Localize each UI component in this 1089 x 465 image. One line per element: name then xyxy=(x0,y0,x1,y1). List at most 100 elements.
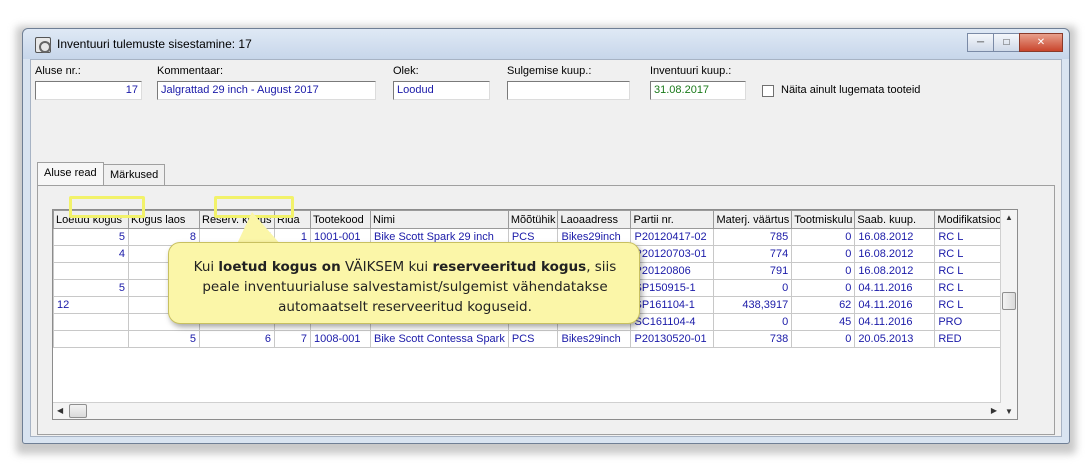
table-row[interactable]: 5 6 7 1008-001 Bike Scott Contessa Spark PCS B… xyxy=(53,330,1016,348)
vertical-scroll-thumb[interactable] xyxy=(1002,292,1016,310)
empty-cell xyxy=(558,365,631,382)
aluse-nr-label: Aluse nr.: xyxy=(35,65,81,77)
column-header[interactable]: Tootmiskulu xyxy=(791,210,856,229)
close-button[interactable]: ✕ xyxy=(1019,33,1063,52)
table-cell[interactable]: P20120703-01 xyxy=(630,245,715,263)
table-cell[interactable]: 0 xyxy=(713,279,793,297)
empty-cell xyxy=(631,365,714,382)
table-cell[interactable] xyxy=(53,313,129,331)
empty-row xyxy=(54,348,1015,365)
inventuuri-kuup-field[interactable]: 31.08.2017 xyxy=(650,81,746,100)
table-cell[interactable]: 0 xyxy=(791,228,856,246)
empty-cell xyxy=(792,348,855,365)
scroll-left-icon[interactable]: ◀ xyxy=(57,406,63,415)
table-cell[interactable]: 12 xyxy=(53,296,129,314)
table-cell[interactable]: 6 xyxy=(199,330,275,348)
tab-aluse-read[interactable]: Aluse read xyxy=(37,162,104,186)
minimize-button[interactable]: ─ xyxy=(967,33,994,52)
callout-pointer xyxy=(236,212,282,246)
empty-row xyxy=(54,365,1015,382)
table-cell[interactable]: Bike Scott Contessa Spark xyxy=(370,330,509,348)
table-cell[interactable]: 04.11.2016 xyxy=(854,313,936,331)
table-cell[interactable]: 5 xyxy=(53,228,129,246)
table-cell[interactable]: SP150915-1 xyxy=(630,279,715,297)
table-cell[interactable]: 0 xyxy=(791,245,856,263)
sulgemise-kuup-field[interactable] xyxy=(507,81,630,100)
table-cell[interactable]: Bikes29inch xyxy=(557,330,632,348)
column-header[interactable]: Tootekood xyxy=(310,210,371,229)
table-cell[interactable]: 04.11.2016 xyxy=(854,279,936,297)
table-cell[interactable]: 20.05.2013 xyxy=(854,330,936,348)
empty-cell xyxy=(129,365,200,382)
column-header[interactable]: Partii nr. xyxy=(630,210,715,229)
table-cell[interactable]: 0 xyxy=(791,262,856,280)
table-cell[interactable]: PCS xyxy=(507,330,559,348)
inventuuri-kuup-label: Inventuuri kuup.: xyxy=(650,65,732,77)
kommentaar-field[interactable]: Jalgrattad 29 inch - August 2017 xyxy=(157,81,376,100)
table-cell[interactable]: 16.08.2012 xyxy=(854,262,936,280)
table-cell[interactable]: 438,3917 xyxy=(713,296,793,314)
table-cell[interactable]: 5 xyxy=(53,279,129,297)
column-header[interactable]: Laoaadress xyxy=(557,210,632,229)
table-cell[interactable]: 791 xyxy=(713,262,793,280)
table-cell[interactable]: 0 xyxy=(713,313,793,331)
empty-cell xyxy=(558,348,631,365)
minimize-icon: ─ xyxy=(976,37,985,48)
empty-cell xyxy=(275,382,311,399)
table-cell[interactable] xyxy=(53,262,129,280)
empty-cell xyxy=(54,365,129,382)
vertical-scrollbar[interactable]: ▲ ▼ xyxy=(1000,210,1017,419)
horizontal-scroll-thumb[interactable] xyxy=(69,404,87,418)
table-cell[interactable]: 0 xyxy=(791,279,856,297)
empty-cell xyxy=(54,348,129,365)
empty-cell xyxy=(631,348,714,365)
table-cell[interactable]: 785 xyxy=(713,228,793,246)
table-cell[interactable]: 7 xyxy=(274,330,311,348)
column-header[interactable]: Mõõtühik xyxy=(507,210,559,229)
table-cell[interactable]: 16.08.2012 xyxy=(854,228,936,246)
scroll-down-icon[interactable]: ▼ xyxy=(1005,407,1013,416)
table-cell[interactable]: 1008-001 xyxy=(310,330,371,348)
callout-text-part: Kui xyxy=(193,259,219,275)
column-header[interactable]: Nimi xyxy=(370,210,509,229)
empty-cell xyxy=(371,348,509,365)
naita-lugemata-checkbox[interactable] xyxy=(762,85,774,97)
empty-row xyxy=(54,382,1015,399)
table-cell[interactable]: 774 xyxy=(713,245,793,263)
table-cell[interactable]: 45 xyxy=(791,313,856,331)
table-cell[interactable]: 738 xyxy=(713,330,793,348)
callout-bold-reserveeritud-kogus: reserveeritud kogus xyxy=(432,259,587,275)
table-cell[interactable]: P20120806 xyxy=(630,262,715,280)
column-header[interactable]: Materj. väärtus xyxy=(713,210,793,229)
table-cell[interactable]: P20130520-01 xyxy=(630,330,715,348)
maximize-button[interactable]: □ xyxy=(993,33,1020,52)
highlight-loetud-kogus xyxy=(69,196,145,218)
empty-cell xyxy=(631,382,714,399)
empty-cell xyxy=(508,348,558,365)
window-title: Inventuuri tulemuste sisestamine: 17 xyxy=(57,37,252,51)
empty-cell xyxy=(200,382,275,399)
tab-markused[interactable]: Märkused xyxy=(103,164,166,186)
table-cell[interactable]: SP161104-1 xyxy=(630,296,715,314)
empty-cell xyxy=(311,382,371,399)
horizontal-scrollbar[interactable]: ◀ ▶ xyxy=(53,402,1001,419)
column-header[interactable]: Saab. kuup. xyxy=(854,210,936,229)
empty-cell xyxy=(275,348,311,365)
olek-field[interactable]: Loodud xyxy=(393,81,490,100)
table-cell[interactable]: 5 xyxy=(128,330,200,348)
empty-cell xyxy=(54,382,129,399)
callout-text: Kui loetud kogus on VÄIKSEM kui reservee… xyxy=(187,257,623,317)
table-cell[interactable]: 16.08.2012 xyxy=(854,245,936,263)
table-cell[interactable]: 04.11.2016 xyxy=(854,296,936,314)
table-cell[interactable]: 62 xyxy=(791,296,856,314)
empty-cell xyxy=(714,365,792,382)
table-cell[interactable]: 4 xyxy=(53,245,129,263)
table-cell[interactable] xyxy=(53,330,129,348)
aluse-nr-field[interactable]: 17 xyxy=(35,81,142,100)
scroll-right-icon[interactable]: ▶ xyxy=(991,406,997,415)
scroll-up-icon[interactable]: ▲ xyxy=(1005,213,1013,222)
maximize-icon: □ xyxy=(1003,37,1010,48)
table-cell[interactable]: 0 xyxy=(791,330,856,348)
table-cell[interactable]: SC161104-4 xyxy=(630,313,715,331)
table-cell[interactable]: P20120417-02 xyxy=(630,228,715,246)
